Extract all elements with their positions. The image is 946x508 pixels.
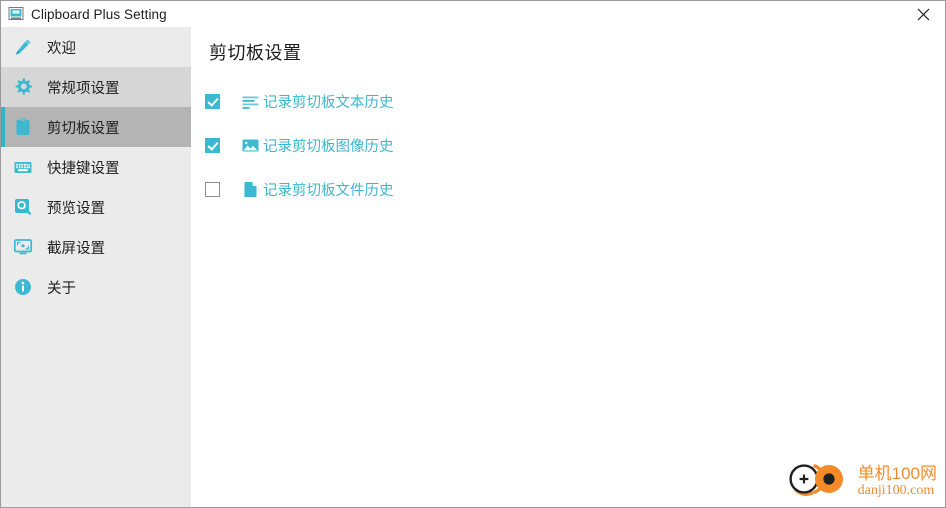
sidebar: 欢迎 常规项设置 剪切板设置 快捷键设置 预览设置 截屏设置 关于: [1, 27, 191, 507]
option-label[interactable]: 记录剪切板文本历史: [263, 91, 394, 112]
image-icon: [242, 137, 259, 154]
clipboard-icon: [13, 117, 33, 137]
gear-icon: [13, 77, 33, 97]
page-title: 剪切板设置: [209, 43, 302, 63]
preview-search-icon: [13, 197, 33, 217]
option-row-image-history: 记录剪切板图像历史: [191, 123, 945, 167]
sidebar-item-label: 常规项设置: [47, 80, 120, 97]
option-row-text-history: 记录剪切板文本历史: [191, 79, 945, 123]
sidebar-item-label: 剪切板设置: [47, 120, 120, 137]
keyboard-icon: [13, 157, 33, 177]
danji100-logo-icon: [782, 460, 854, 503]
sidebar-item-screenshot-settings[interactable]: 截屏设置: [1, 227, 191, 267]
clipboard-app-icon: [8, 6, 24, 22]
monitor-capture-icon: [13, 237, 33, 257]
clipboard-plus-settings-window: Clipboard Plus Setting 欢迎 常规项设置 剪切板设置 快捷…: [0, 0, 946, 508]
record-image-history-checkbox[interactable]: [205, 137, 220, 153]
sidebar-item-label: 关于: [47, 280, 76, 297]
close-icon: [917, 8, 929, 20]
sidebar-item-clipboard-settings[interactable]: 剪切板设置: [1, 107, 191, 147]
record-file-history-checkbox[interactable]: [205, 181, 220, 197]
text-lines-icon: [242, 93, 259, 110]
watermark-text: 单机100网 danji100.com: [858, 465, 937, 498]
title-bar: Clipboard Plus Setting: [1, 1, 945, 27]
watermark: 单机100网 danji100.com: [782, 460, 937, 503]
sidebar-item-label: 欢迎: [47, 40, 76, 57]
sidebar-item-preview-settings[interactable]: 预览设置: [1, 187, 191, 227]
sidebar-item-label: 截屏设置: [47, 240, 105, 257]
clipboard-options-list: 记录剪切板文本历史 记录剪切板图像历史 记录剪切板文件历史: [191, 79, 945, 211]
option-row-file-history: 记录剪切板文件历史: [191, 167, 945, 211]
info-icon: [13, 277, 33, 297]
watermark-cn: 单机100网: [857, 464, 937, 483]
sidebar-item-welcome[interactable]: 欢迎: [1, 27, 191, 67]
main-content: 剪切板设置 记录剪切板文本历史 记录剪切板图像历史 记录剪切板文件历史 单机10…: [191, 27, 945, 507]
option-label[interactable]: 记录剪切板文件历史: [263, 179, 394, 200]
sidebar-item-general-settings[interactable]: 常规项设置: [1, 67, 191, 107]
close-button[interactable]: [901, 1, 945, 27]
sidebar-item-label: 快捷键设置: [47, 160, 120, 177]
watermark-en: danji100.com: [857, 483, 935, 498]
file-icon: [242, 181, 259, 198]
sidebar-item-label: 预览设置: [47, 200, 105, 217]
option-label[interactable]: 记录剪切板图像历史: [263, 135, 394, 156]
pen-icon: [13, 37, 33, 57]
window-title: Clipboard Plus Setting: [31, 6, 167, 22]
record-text-history-checkbox[interactable]: [205, 93, 220, 109]
sidebar-item-about[interactable]: 关于: [1, 267, 191, 307]
sidebar-item-hotkey-settings[interactable]: 快捷键设置: [1, 147, 191, 187]
